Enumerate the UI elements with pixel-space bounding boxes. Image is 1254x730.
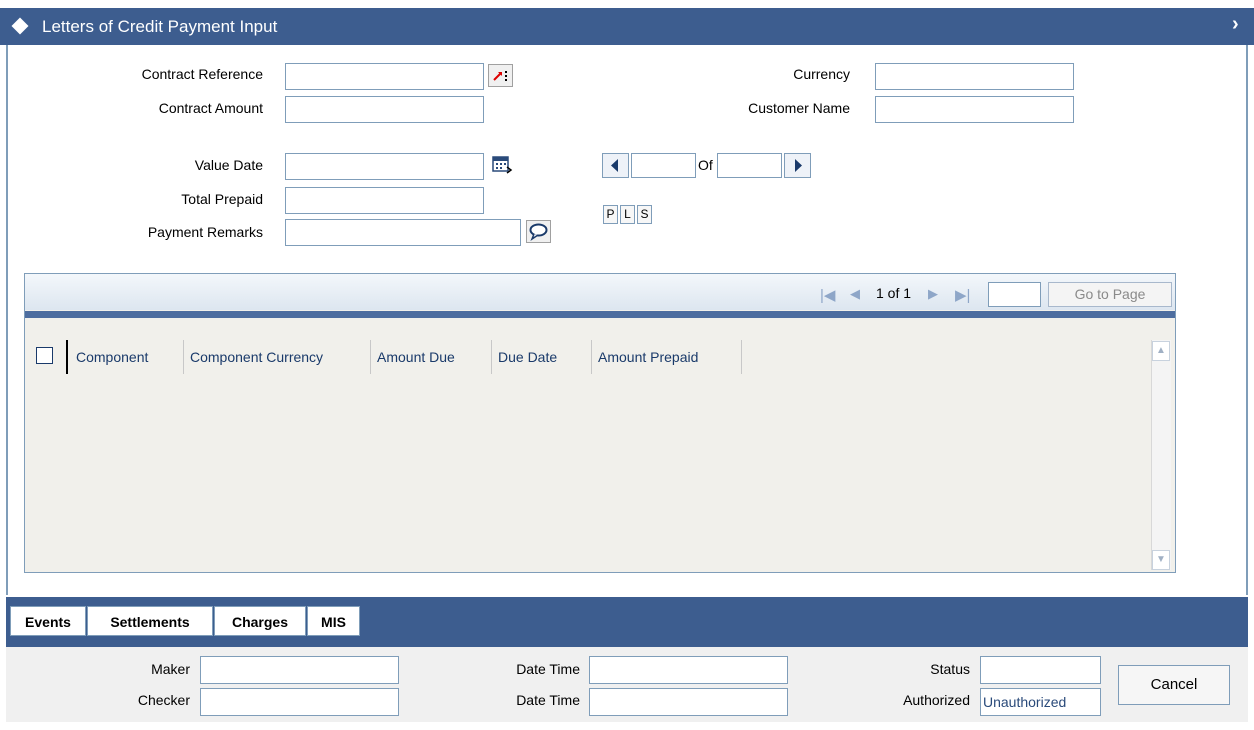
next-page-icon[interactable]: ▶ — [928, 286, 938, 302]
authorized-label: Authorized — [903, 692, 970, 708]
of-label: Of — [698, 157, 713, 173]
contract-amount-label: Contract Amount — [158, 100, 263, 116]
column-divider — [66, 340, 68, 374]
column-header-amount-prepaid[interactable]: Amount Prepaid — [592, 340, 742, 374]
status-input[interactable] — [980, 656, 1101, 684]
vertical-scrollbar[interactable] — [1151, 340, 1171, 570]
customer-name-label: Customer Name — [748, 100, 850, 116]
last-page-icon[interactable]: ▶| — [955, 286, 970, 304]
title-bar: Letters of Credit Payment Input › — [0, 8, 1254, 45]
currency-input[interactable] — [875, 63, 1074, 90]
tab-mis[interactable]: MIS — [307, 606, 360, 636]
s-button[interactable]: S — [637, 205, 652, 224]
payment-remarks-input[interactable] — [285, 219, 521, 246]
maker-date-time-input[interactable] — [589, 656, 788, 684]
grid-header-bar — [25, 311, 1175, 318]
total-prepaid-label: Total Prepaid — [181, 191, 263, 207]
window-title: Letters of Credit Payment Input — [42, 17, 278, 36]
diamond-icon — [11, 17, 29, 35]
currency-label: Currency — [793, 66, 850, 82]
tab-events[interactable]: Events — [10, 606, 86, 636]
l-button[interactable]: L — [620, 205, 635, 224]
column-header-due-date[interactable]: Due Date — [492, 340, 592, 374]
calendar-icon[interactable] — [490, 153, 514, 177]
contract-amount-input[interactable] — [285, 96, 484, 123]
checker-label: Checker — [137, 692, 190, 708]
checker-input[interactable] — [200, 688, 399, 716]
next-record-button[interactable] — [784, 153, 811, 178]
cancel-button[interactable]: Cancel — [1118, 665, 1230, 705]
tab-settlements[interactable]: Settlements — [87, 606, 213, 636]
total-prepaid-input[interactable] — [285, 187, 484, 214]
maker-date-time-label: Date Time — [516, 661, 580, 677]
current-record-input[interactable] — [631, 153, 696, 178]
checker-date-time-input[interactable] — [589, 688, 788, 716]
previous-record-button[interactable] — [602, 153, 629, 178]
tab-charges[interactable]: Charges — [214, 606, 306, 636]
authorized-value: Unauthorized — [980, 688, 1101, 716]
page-number-input[interactable] — [988, 282, 1041, 307]
column-header-component[interactable]: Component — [70, 340, 184, 374]
column-header-component-currency[interactable]: Component Currency — [184, 340, 371, 374]
pagination-text: 1 of 1 — [876, 285, 912, 301]
select-all-checkbox[interactable] — [36, 347, 53, 364]
maker-label: Maker — [151, 661, 190, 677]
p-button[interactable]: P — [603, 205, 618, 224]
scroll-up-icon[interactable]: ▲ — [1152, 341, 1170, 361]
payment-remarks-label: Payment Remarks — [147, 224, 263, 240]
close-icon[interactable]: › — [1232, 13, 1239, 36]
scroll-down-icon[interactable]: ▼ — [1152, 550, 1170, 570]
value-date-label: Value Date — [194, 157, 263, 173]
status-label: Status — [930, 661, 970, 677]
maker-input[interactable] — [200, 656, 399, 684]
value-date-input[interactable] — [285, 153, 484, 180]
total-records-input[interactable] — [717, 153, 782, 178]
go-to-page-button[interactable]: Go to Page — [1048, 282, 1172, 307]
checker-date-time-label: Date Time — [516, 692, 580, 708]
column-header-amount-due[interactable]: Amount Due — [371, 340, 492, 374]
lookup-icon[interactable] — [488, 64, 513, 87]
speech-bubble-icon[interactable] — [526, 220, 551, 243]
first-page-icon[interactable]: |◀ — [820, 286, 835, 304]
contract-reference-label: Contract Reference — [141, 66, 263, 82]
customer-name-input[interactable] — [875, 96, 1074, 123]
contract-reference-input[interactable] — [285, 63, 484, 90]
previous-page-icon[interactable]: ◀ — [850, 286, 860, 302]
